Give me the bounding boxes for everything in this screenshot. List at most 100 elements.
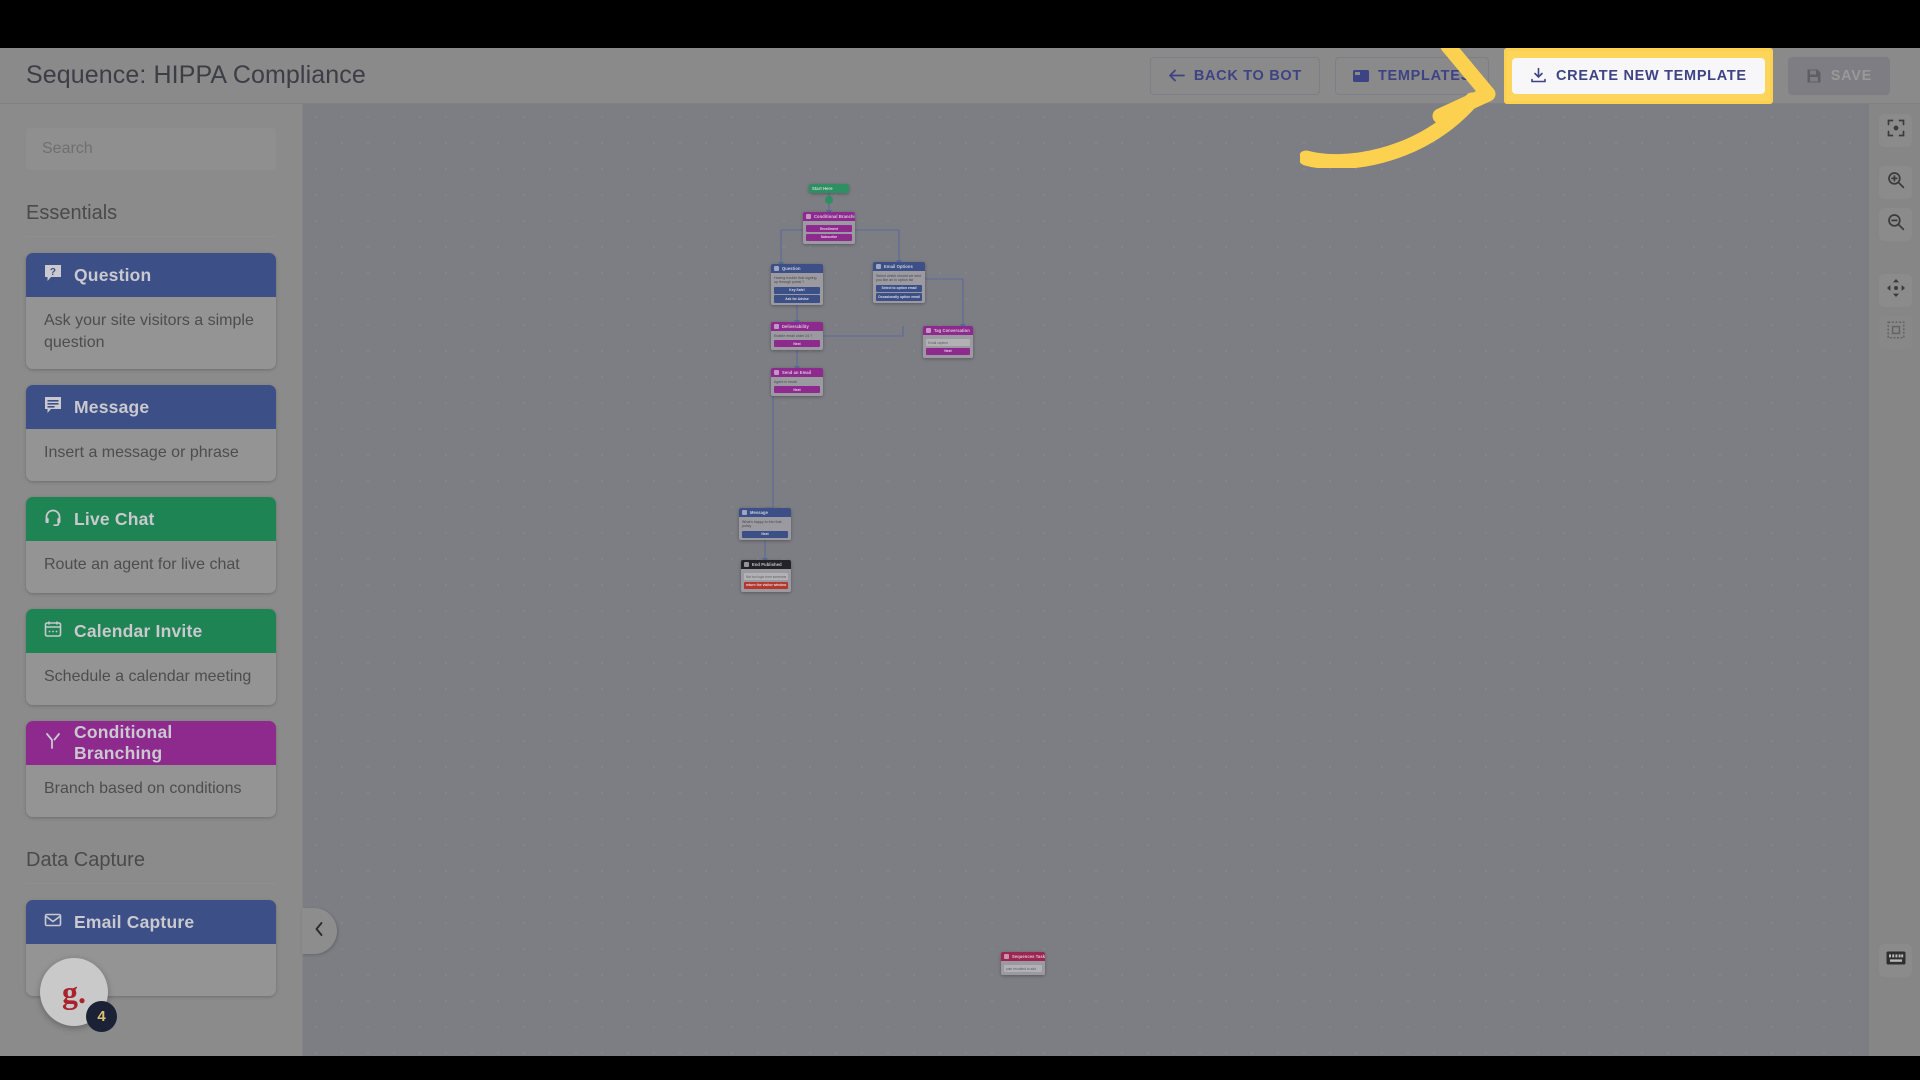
flow-node-title: Message <box>739 508 791 517</box>
page-title: Sequence: HIPPA Compliance <box>26 61 366 89</box>
flow-node-start[interactable]: Start Here <box>809 184 849 193</box>
block-card-calendar-invite[interactable]: Calendar Invite Schedule a calendar meet… <box>26 609 276 705</box>
flow-node-title: Sequences Tasks <box>1001 952 1045 961</box>
flow-node-field[interactable]: Not too logic from someone <box>744 573 788 581</box>
templates-button[interactable]: TEMPLATES <box>1334 56 1489 95</box>
headset-icon <box>44 508 62 531</box>
flow-node-title: Question <box>771 264 823 273</box>
block-card-message[interactable]: Message Insert a message or phrase <box>26 385 276 481</box>
flow-node-field[interactable]: pain recruited to add <box>1004 965 1042 973</box>
flow-node-title: Deliverability <box>771 322 823 331</box>
flow-node-button[interactable]: Next <box>774 340 820 348</box>
block-title-message: Message <box>74 396 150 417</box>
zoom-in-button[interactable] <box>1879 166 1912 199</box>
back-to-bot-label: BACK TO BOT <box>1193 67 1302 84</box>
blocks-sidebar: Essentials ? Question Ask your site visi… <box>0 104 302 1056</box>
keyboard-shortcuts-button[interactable] <box>1879 944 1912 977</box>
svg-text:?: ? <box>50 267 56 278</box>
question-bubble-icon <box>774 266 779 271</box>
flow-node-button[interactable]: Select to option email <box>876 284 922 292</box>
flow-node-title: Email Options <box>873 262 925 271</box>
magnifier-plus-icon <box>1887 171 1905 194</box>
block-title-live-chat: Live Chat <box>74 508 155 529</box>
canvas-toolbar <box>1868 104 1920 1056</box>
question-bubble-icon <box>876 264 881 269</box>
fit-to-screen-button[interactable] <box>1879 316 1912 349</box>
keyboard-icon <box>1886 950 1906 971</box>
chevron-left-icon <box>313 921 326 942</box>
flow-node-button[interactable]: Next <box>774 386 820 394</box>
canvas-grid <box>303 104 1868 1056</box>
message-bubble-icon <box>44 396 62 419</box>
block-head-email-capture: Email Capture <box>26 900 276 944</box>
flow-node-tag[interactable]: Tag Conversation Email capture Next <box>923 326 973 358</box>
center-view-button[interactable] <box>1879 114 1912 147</box>
tag-icon <box>926 328 931 333</box>
flow-node-button[interactable]: return the visitor window <box>744 581 788 590</box>
block-card-conditional-branching[interactable]: Conditional Branching Branch based on co… <box>26 721 276 817</box>
flow-node-button[interactable]: Occasionally option email <box>876 293 922 301</box>
block-card-question[interactable]: ? Question Ask your site visitors a simp… <box>26 253 276 369</box>
block-head-message: Message <box>26 385 276 429</box>
flow-node-body: What's happy to into that policy Next <box>739 517 791 541</box>
create-new-template-highlight: CREATE NEW TEMPLATE <box>1503 48 1773 104</box>
fit-frame-icon <box>1886 321 1905 344</box>
save-disk-icon <box>1806 68 1822 84</box>
flow-node-body: Select which should we sent you like an … <box>873 271 925 304</box>
block-title-calendar-invite: Calendar Invite <box>74 620 203 641</box>
flow-node-text: Enable email order 24 ? <box>774 333 813 338</box>
flow-node-branch[interactable]: Conditional BranchingEnrollmentSubscribe <box>803 212 855 244</box>
flow-node-button[interactable]: Key Safe! <box>774 286 820 294</box>
flow-node-detached[interactable]: Sequences Tasks pain recruited to add <box>1001 952 1045 975</box>
flow-node-question[interactable]: Question Having trouble that signing up t… <box>771 264 823 306</box>
search-input[interactable] <box>26 128 276 170</box>
library-icon <box>1352 68 1369 84</box>
branch-fork-icon <box>806 214 811 219</box>
block-title-question: Question <box>74 264 152 285</box>
block-desc-calendar-invite: Schedule a calendar meeting <box>26 653 276 705</box>
flow-node-button[interactable]: Enrollment <box>806 225 852 233</box>
flow-node-deliver[interactable]: Deliverability Enable email order 24 ? Nex… <box>771 322 823 350</box>
flow-node-body: Having trouble that signing up through p… <box>771 273 823 306</box>
flag-icon <box>744 562 749 567</box>
block-desc-conditional-branching: Branch based on conditions <box>26 765 276 817</box>
flow-node-button[interactable]: Next <box>926 347 970 356</box>
list-icon <box>1004 954 1009 959</box>
flow-node-text: What's happy to into that policy <box>742 519 782 529</box>
flow-node-title: End Published <box>741 560 791 569</box>
flow-node-button[interactable]: Subscribe <box>806 233 852 242</box>
create-new-template-button[interactable]: CREATE NEW TEMPLATE <box>1511 57 1765 94</box>
flow-canvas[interactable]: Start Here Conditional BranchingEnrollmen… <box>303 104 1868 1056</box>
pan-mode-button[interactable] <box>1879 274 1912 307</box>
focus-target-icon <box>1887 119 1905 142</box>
flow-node-button[interactable]: Next <box>742 530 788 538</box>
widget-logo: g. <box>62 974 86 1010</box>
flow-node-sendmail[interactable]: Send an Email Agent in email Next <box>771 368 823 396</box>
flow-node-emailq[interactable]: Email Options Select which should we sent… <box>873 262 925 304</box>
save-label: SAVE <box>1830 67 1872 84</box>
header-actions: BACK TO BOT TEMPLATES CREATE NEW TEMPLAT… <box>1149 48 1920 104</box>
zoom-out-button[interactable] <box>1879 208 1912 241</box>
flow-node-text: Select which should we sent you like an … <box>876 273 922 283</box>
flow-node-title: Tag Conversation <box>923 326 973 335</box>
block-card-live-chat[interactable]: Live Chat Route an agent for live chat <box>26 497 276 593</box>
flow-node-field[interactable]: Email capture <box>926 339 970 347</box>
flow-node-body: Email capture Next <box>923 335 973 358</box>
templates-label: TEMPLATES <box>1377 67 1471 84</box>
block-head-conditional-branching: Conditional Branching <box>26 721 276 765</box>
block-desc-message: Insert a message or phrase <box>26 429 276 481</box>
branch-fork-icon <box>44 732 62 755</box>
block-desc-live-chat: Route an agent for live chat <box>26 541 276 593</box>
flow-node-end[interactable]: End Published Not too logic from someone r… <box>741 560 791 592</box>
app-header: Sequence: HIPPA Compliance BACK TO BOT T… <box>0 48 1920 104</box>
flow-node-body: Enrollment Subscribe <box>803 221 855 244</box>
flow-node-button[interactable]: Ask for Advise <box>774 295 820 303</box>
chat-widget-launcher[interactable]: g. 4 <box>40 958 117 1032</box>
save-button[interactable]: SAVE <box>1787 56 1890 95</box>
magnifier-minus-icon <box>1887 213 1905 236</box>
email-icon <box>44 911 62 934</box>
calendar-icon <box>44 620 62 643</box>
flow-node-message[interactable]: Message What's happy to into that policy N… <box>739 508 791 541</box>
back-to-bot-button[interactable]: BACK TO BOT <box>1149 56 1320 95</box>
widget-unread-badge: 4 <box>86 1001 117 1032</box>
